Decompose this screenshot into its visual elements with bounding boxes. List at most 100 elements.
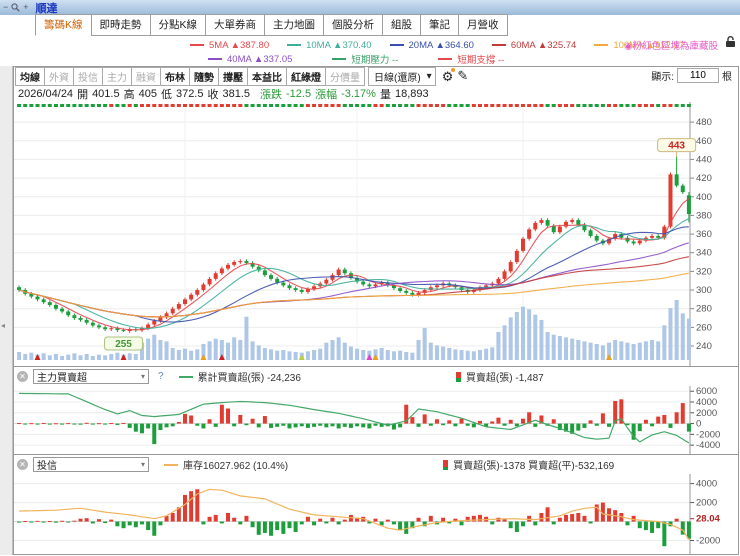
- app-window: − + 順達 籌碼K線 即時走勢 分點K線 大單券商 主力地圖 個股分析 組股 筆記 月營收 5…: [0, 0, 740, 556]
- volume-value: 18,893: [394, 87, 429, 100]
- tab-4[interactable]: 主力地圖: [264, 14, 325, 36]
- mid-indicator-label: 主力買賣超: [37, 373, 87, 384]
- low-value: 372.5: [175, 87, 204, 100]
- magnifier-icon[interactable]: [11, 3, 20, 12]
- pencil-icon[interactable]: ✎: [457, 68, 468, 84]
- toolbar-button-8[interactable]: 本益比: [247, 66, 287, 86]
- svg-text:280: 280: [696, 304, 712, 315]
- chevron-down-icon: ▾: [426, 70, 432, 82]
- tab-7[interactable]: 筆記: [420, 14, 460, 36]
- left-collapse-strip[interactable]: ◂: [0, 66, 13, 555]
- svg-text:460: 460: [696, 136, 712, 147]
- mid-line-legend: 累計買賣超(張) -24,236: [197, 373, 301, 384]
- bottom-bar-swatch: [443, 459, 449, 470]
- close-icon[interactable]: ✕: [17, 459, 28, 470]
- legend-item: 5MA ▲387.80: [190, 40, 269, 51]
- svg-text:340: 340: [696, 248, 712, 259]
- svg-text:380: 380: [696, 210, 712, 221]
- line-swatch: [594, 44, 609, 46]
- svg-text:480: 480: [696, 117, 712, 128]
- help-icon[interactable]: ?: [158, 371, 164, 382]
- volume-label: 量: [379, 88, 391, 101]
- line-swatch: [438, 58, 453, 60]
- high-value: 405: [138, 87, 157, 100]
- mid-indicator-select[interactable]: 主力買賣超 ▾: [33, 369, 149, 384]
- tab-0[interactable]: 籌碼K線: [35, 14, 92, 36]
- svg-text:320: 320: [696, 266, 712, 277]
- period-select[interactable]: 日線(還原) ▾: [368, 66, 436, 86]
- svg-text:2000: 2000: [696, 408, 717, 419]
- svg-text:240: 240: [696, 341, 712, 352]
- bottom-line-legend: 庫存16027.962 (10.4%): [183, 461, 289, 472]
- svg-text:255: 255: [115, 339, 132, 350]
- line-swatch: [287, 44, 302, 46]
- open-label: 開: [77, 88, 89, 101]
- legend-item: 60MA ▲325.74: [491, 40, 576, 51]
- period-label: 日線(還原): [374, 72, 421, 84]
- bottom-indicator-label: 投信: [37, 461, 57, 472]
- low-label: 低: [160, 88, 172, 101]
- close-label: 收: [207, 88, 219, 101]
- toolbar-button-3[interactable]: 主力: [102, 66, 132, 86]
- price-badge-255: 255: [104, 336, 144, 351]
- svg-text:400: 400: [696, 192, 712, 203]
- mid-panel: ✕ 主力買賣超 ▾ ? 累計買賣超(張) -24,236 買賣超(張) -1,4…: [14, 366, 738, 454]
- toolbar-button-0[interactable]: 均線: [15, 66, 45, 86]
- line-swatch: [389, 44, 404, 46]
- toolbar-button-7[interactable]: 撐壓: [218, 66, 248, 86]
- line-swatch: [208, 58, 222, 60]
- gear-icon[interactable]: ⚙: [442, 67, 456, 83]
- ma-legend-row-2: 40MA ▲337.05 短期壓力 -- 短期支撐 --: [208, 52, 504, 66]
- toolbar-buttons: 均線 外資 投信 主力 融資 布林 隨勢 撐壓 本益比 紅綠燈 分價量: [15, 66, 365, 86]
- toolbar: 均線 外資 投信 主力 融資 布林 隨勢 撐壓 本益比 紅綠燈 分價量 日線(還原) ▾ ⚙ ✎ 顯…: [14, 66, 738, 86]
- svg-text:-2000: -2000: [696, 536, 720, 547]
- display-count-box: 顯示: 根: [651, 68, 732, 83]
- high-label: 高: [123, 88, 135, 101]
- main-chart-canvas[interactable]: 240 260 280 300 320 340 360 380 400 420 440 460 480 4…: [14, 102, 738, 366]
- mid-bar-swatch: [455, 371, 461, 382]
- tab-2[interactable]: 分點K線: [149, 14, 207, 36]
- tab-8[interactable]: 月營收: [458, 14, 508, 36]
- svg-text:0: 0: [696, 419, 701, 430]
- zoom-out-button[interactable]: −: [3, 3, 8, 12]
- line-swatch: [190, 44, 204, 46]
- tab-6[interactable]: 組股: [382, 14, 422, 36]
- line-swatch: [491, 44, 506, 46]
- bottom-line-swatch: [164, 463, 178, 466]
- bottom-chart-canvas[interactable]: 4000 2000 28.04 -2000: [14, 474, 738, 554]
- toolbar-button-4[interactable]: 融資: [131, 66, 161, 86]
- toolbar-button-2[interactable]: 投信: [73, 66, 103, 86]
- svg-text:4000: 4000: [696, 397, 717, 408]
- open-value: 401.5: [92, 87, 120, 100]
- legend-item: 短期壓力 --: [332, 52, 398, 66]
- toolbar-button-9[interactable]: 紅綠燈: [286, 66, 326, 86]
- chevron-down-icon: ▾: [140, 372, 145, 381]
- tab-bar: 籌碼K線 即時走勢 分點K線 大單券商 主力地圖 個股分析 組股 筆記 月營收: [35, 14, 508, 36]
- collapse-arrow-icon: ◂: [1, 321, 6, 330]
- chevron-down-icon: ▾: [140, 460, 145, 469]
- svg-text:443: 443: [668, 141, 685, 152]
- bottom-panel: ✕ 投信 ▾ 庫存16027.962 (10.4%) 買賣超(張)-1378 買…: [14, 454, 738, 554]
- svg-text:6000: 6000: [696, 386, 717, 397]
- bottom-indicator-select[interactable]: 投信 ▾: [33, 457, 149, 472]
- tab-3[interactable]: 大單券商: [205, 14, 266, 36]
- zoom-in-button[interactable]: +: [23, 3, 28, 12]
- lock-icon[interactable]: [725, 36, 736, 48]
- toolbar-button-5[interactable]: 布林: [160, 66, 190, 86]
- change-pct-value: -3.17%: [341, 87, 376, 100]
- toolbar-button-1[interactable]: 外資: [44, 66, 74, 86]
- svg-text:260: 260: [696, 322, 712, 333]
- bottom-bar-legend: 買賣超(張)-1378 買賣超(平)-532,169: [453, 461, 615, 472]
- toolbar-button-6[interactable]: 隨勢: [189, 66, 219, 86]
- legend-item: 20MA ▲364.60: [389, 40, 474, 51]
- ma-legend-row-1: 5MA ▲387.80 10MA ▲370.40 20MA ▲364.60 60MA …: [190, 38, 684, 52]
- close-icon[interactable]: ✕: [17, 371, 28, 382]
- mid-chart-canvas[interactable]: 6000400020000-2000-4000: [14, 386, 738, 454]
- tab-5[interactable]: 個股分析: [323, 14, 384, 36]
- ohlc-info-row: 2026/04/24 開 401.5 高 405 低 372.5 收 381.5…: [14, 85, 738, 102]
- toolbar-button-10[interactable]: 分價量: [325, 66, 365, 86]
- treasury-note: ◉粉紅色區塊為庫藏股: [624, 41, 718, 52]
- tab-1[interactable]: 即時走勢: [90, 14, 151, 36]
- display-count-input[interactable]: [677, 68, 719, 83]
- mid-panel-header: ✕ 主力買賣超 ▾ ? 累計買賣超(張) -24,236 買賣超(張) -1,4…: [14, 366, 738, 386]
